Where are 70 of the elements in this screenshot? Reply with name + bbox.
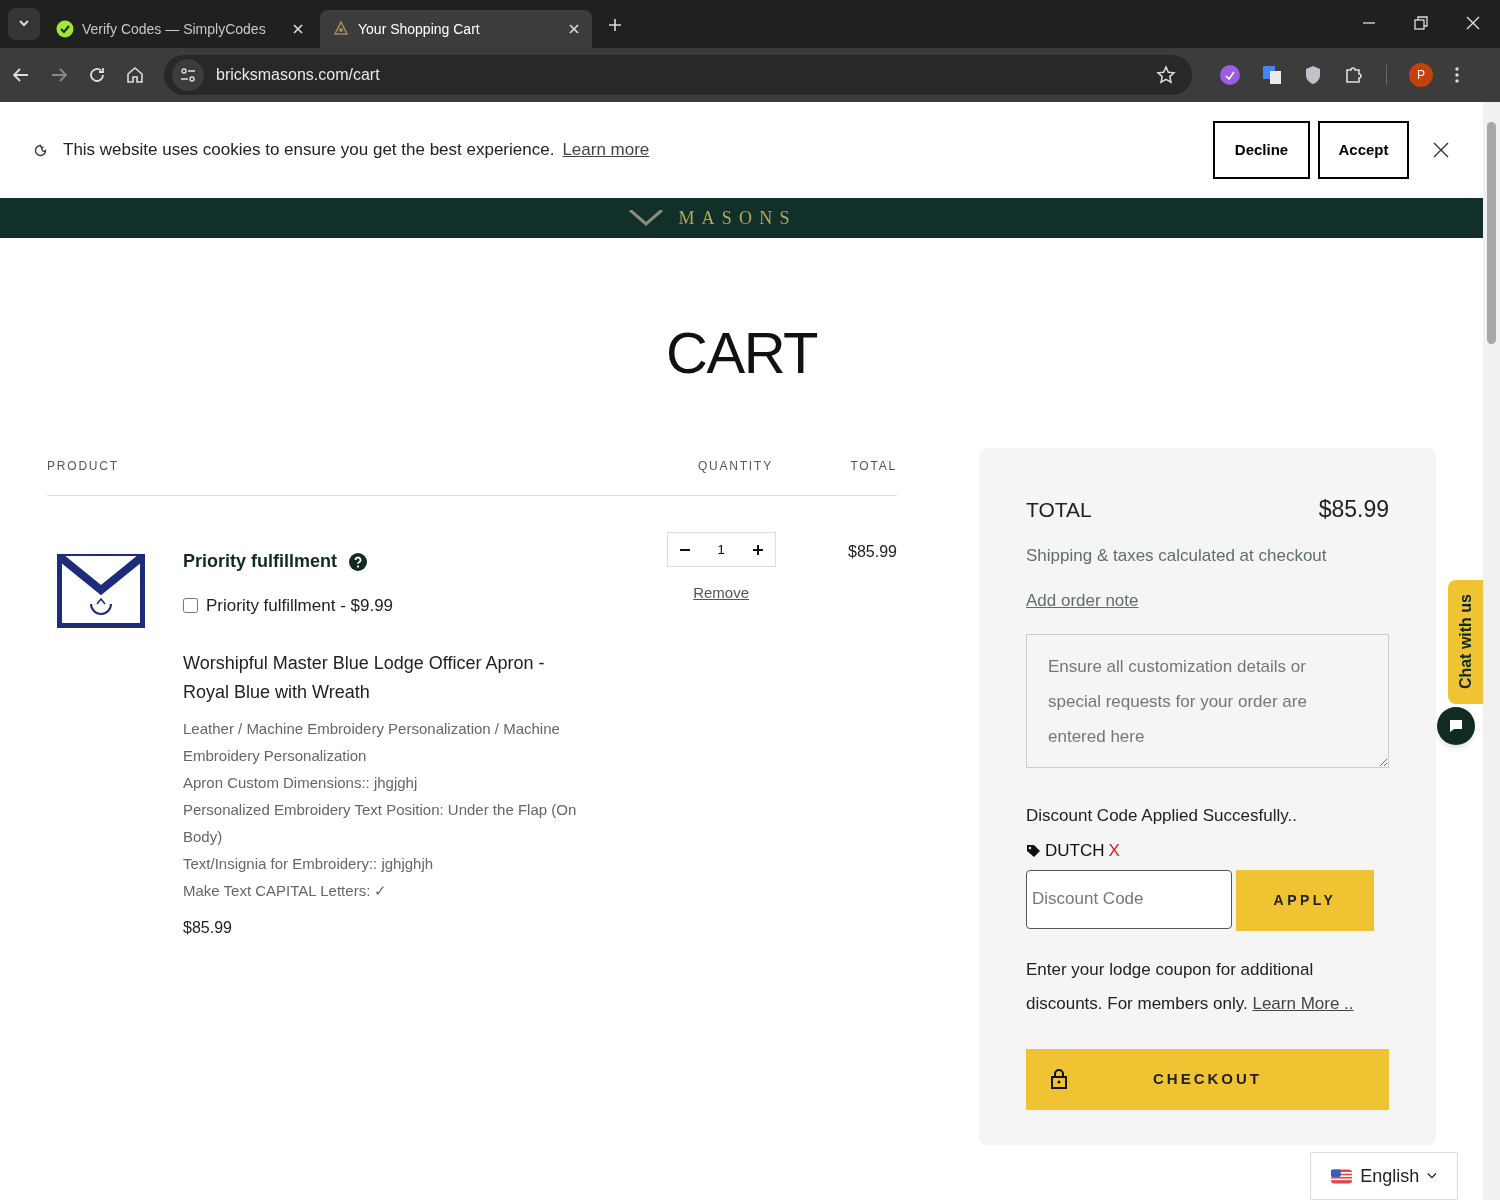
apply-button[interactable]: APPLY xyxy=(1236,869,1374,931)
checkout-button[interactable]: CHECKOUT xyxy=(1026,1048,1389,1110)
url-text: bricksmasons.com/cart xyxy=(216,65,381,85)
profile-avatar[interactable]: P xyxy=(1409,63,1433,87)
add-order-note-link[interactable]: Add order note xyxy=(1026,588,1139,614)
scrollbar[interactable] xyxy=(1483,102,1500,1200)
total-amount: $85.99 xyxy=(1318,495,1389,524)
total-label: TOTAL xyxy=(1026,496,1092,523)
line-total: $85.99 xyxy=(848,542,897,562)
product-property: Leather / Machine Embroidery Personalization / Machine Embroidery Personalization xyxy=(183,718,561,766)
chat-button[interactable] xyxy=(1437,707,1475,745)
quantity-value: 1 xyxy=(717,540,725,559)
plus-icon[interactable] xyxy=(752,544,763,555)
accept-button[interactable]: Accept xyxy=(1318,121,1409,179)
chevron-down-icon xyxy=(1427,1172,1437,1180)
site-settings-icon[interactable] xyxy=(180,68,196,82)
column-header: TOTAL xyxy=(850,458,897,475)
quantity-stepper[interactable]: 1 xyxy=(666,532,776,567)
applied-code: DUTCH xyxy=(1045,840,1105,862)
remove-link[interactable]: Remove xyxy=(693,582,749,605)
coupon-note: Enter your lodge coupon for additional discounts. For members only. Learn More .. xyxy=(1026,958,1355,1015)
tab-list-button[interactable] xyxy=(8,8,40,40)
chevron-down-icon xyxy=(18,20,30,28)
learn-more-link[interactable]: Learn more xyxy=(562,137,650,163)
reload-icon[interactable] xyxy=(88,66,106,84)
extension-icon[interactable] xyxy=(1220,65,1240,85)
new-tab-icon[interactable] xyxy=(608,18,622,32)
tag-icon xyxy=(1026,843,1041,858)
shield-icon[interactable] xyxy=(1304,65,1322,85)
product-property: Personalized Embroidery Text Position: Under the Flap (On Body) xyxy=(183,799,578,847)
chat-tab[interactable]: Chat with us xyxy=(1448,580,1483,704)
forward-icon[interactable] xyxy=(50,66,68,84)
addon-title: Priority fulfillment xyxy=(183,550,337,573)
back-icon[interactable] xyxy=(12,66,30,84)
star-icon[interactable] xyxy=(1156,65,1176,85)
shipping-note: Shipping & taxes calculated at checkout xyxy=(1026,544,1328,567)
browser-tab[interactable]: Your Shopping Cart xyxy=(320,10,592,48)
restore-icon[interactable] xyxy=(1414,16,1428,30)
flag-icon xyxy=(1331,1167,1353,1185)
site-logo-text[interactable]: MASONS xyxy=(678,204,797,232)
cookie-message: This website uses cookies to ensure you get the best experience. xyxy=(63,139,555,162)
translate-icon[interactable] xyxy=(1262,65,1282,85)
column-header: PRODUCT xyxy=(47,458,120,475)
browser-tab[interactable]: Verify Codes — SimplyCodes xyxy=(44,10,316,48)
home-icon[interactable] xyxy=(126,66,144,84)
puzzle-icon[interactable] xyxy=(1344,65,1364,85)
product-name: Worshipful Master Blue Lodge Officer Apron - Royal Blue with Wreath xyxy=(183,651,546,704)
cookie-icon xyxy=(34,143,47,157)
addon-option-label: Priority fulfillment - $9.99 xyxy=(206,595,394,617)
page-title: CART xyxy=(665,318,817,387)
address-bar[interactable]: bricksmasons.com/cart xyxy=(164,55,1192,95)
menu-icon[interactable] xyxy=(1455,67,1459,83)
column-header: QUANTITY xyxy=(696,458,774,475)
order-note-field[interactable]: Ensure all customization details or special requests for your order are entered here xyxy=(1026,633,1389,768)
decline-button[interactable]: Decline xyxy=(1213,121,1310,179)
discount-code-field[interactable]: Discount Code xyxy=(1026,869,1232,929)
learn-more-link[interactable]: Learn More .. xyxy=(1252,993,1354,1013)
lock-icon xyxy=(1050,1069,1068,1089)
product-property: Make Text CAPITAL Letters: ✓ xyxy=(183,880,389,901)
close-icon[interactable] xyxy=(1433,142,1449,158)
help-icon[interactable] xyxy=(349,552,367,571)
check-badge-icon xyxy=(56,20,74,38)
chat-bubble-icon xyxy=(1448,718,1464,734)
discount-message: Discount Code Applied Succesfully.. xyxy=(1026,804,1298,827)
product-property: Text/Insignia for Embroidery:: jghjghjh xyxy=(183,853,435,874)
product-price: $85.99 xyxy=(183,917,233,938)
language-selector[interactable]: English xyxy=(1310,1152,1458,1200)
product-property: Apron Custom Dimensions:: jhgjghj xyxy=(183,772,419,793)
remove-code-button[interactable]: X xyxy=(1108,838,1120,864)
addon-checkbox[interactable] xyxy=(183,598,198,614)
